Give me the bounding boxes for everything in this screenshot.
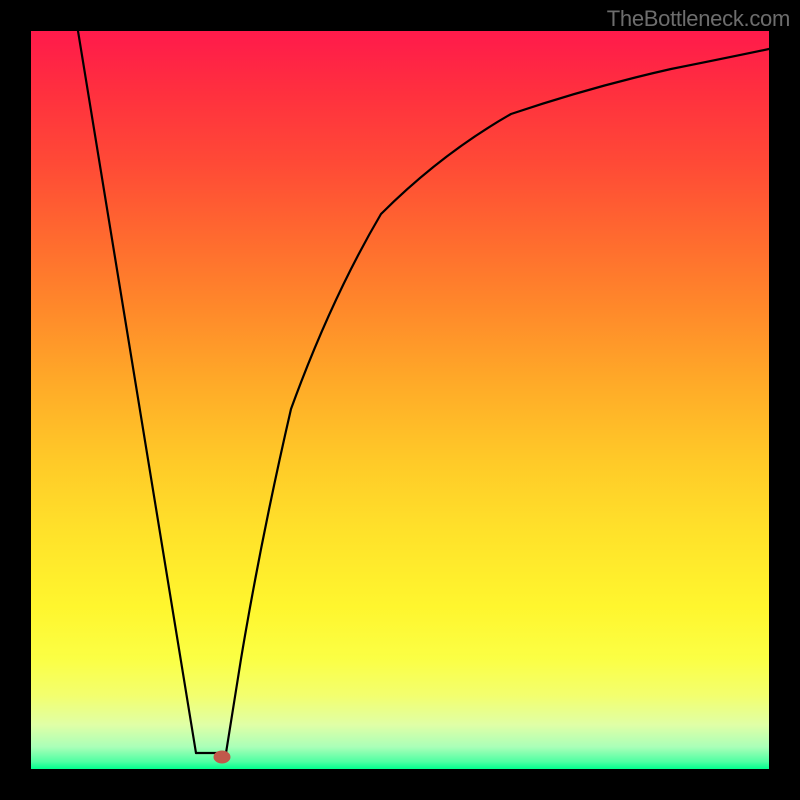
curve-left-segment xyxy=(78,31,196,753)
marker-dot xyxy=(214,751,230,763)
plot-area xyxy=(31,31,769,769)
chart-frame: TheBottleneck.com xyxy=(0,0,800,800)
curve-right-segment xyxy=(226,49,769,753)
curve-svg xyxy=(31,31,769,769)
watermark-text: TheBottleneck.com xyxy=(607,6,790,32)
